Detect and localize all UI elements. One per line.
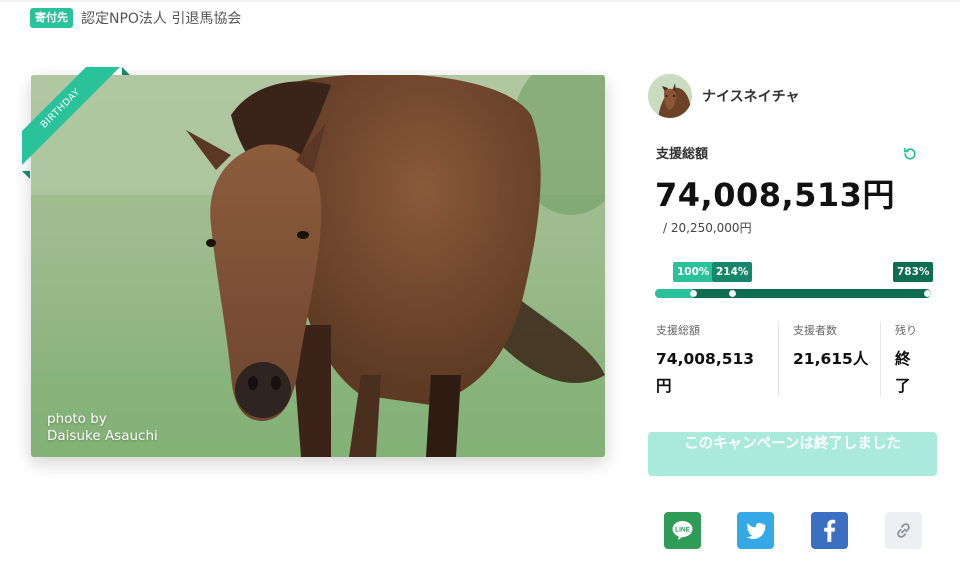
stat-supporters-value: 21,615人 bbox=[793, 350, 869, 368]
stat-remaining-value: 終了 bbox=[895, 350, 911, 395]
svg-text:LINE: LINE bbox=[675, 527, 690, 534]
goal-amount: / 20,250,000円 bbox=[663, 221, 752, 235]
recipient-badge: 寄付先 bbox=[30, 8, 73, 28]
ribbon-fold-left bbox=[22, 171, 30, 179]
ribbon-fold-top bbox=[122, 67, 130, 75]
recipient-info: 寄付先 認定NPO法人 引退馬協会 bbox=[30, 8, 241, 28]
stat-total-value: 74,008,513円 bbox=[656, 350, 755, 395]
total-support-label: 支援総額 bbox=[656, 147, 709, 162]
stat-supporters-label: 支援者数 bbox=[793, 324, 837, 337]
progress-marker-dot bbox=[923, 290, 931, 297]
progress-fill bbox=[655, 289, 693, 298]
avatar-image bbox=[648, 74, 692, 118]
stats-panel: 支援総額 74,008,513円 支援者数 21,615人 残り 終了 bbox=[656, 322, 936, 400]
stat-supporters: 支援者数 21,615人 bbox=[793, 322, 873, 398]
avatar[interactable] bbox=[648, 74, 692, 118]
refresh-icon[interactable] bbox=[902, 146, 918, 162]
recipient-name[interactable]: 認定NPO法人 引退馬協会 bbox=[81, 8, 241, 28]
horse-profile[interactable]: ナイスネイチャ bbox=[648, 74, 799, 118]
progress-marker-label: 214% bbox=[712, 262, 753, 282]
facebook-icon bbox=[811, 512, 848, 549]
campaign-ended-button[interactable]: このキャンペーンは終了しました bbox=[648, 432, 937, 476]
progress-marker-dot bbox=[728, 290, 736, 297]
progress-bar: 100% 214% 783% bbox=[655, 262, 934, 302]
stat-divider bbox=[778, 322, 779, 396]
line-share-button[interactable]: LINE bbox=[664, 512, 701, 549]
facebook-share-button[interactable] bbox=[811, 512, 848, 549]
photo-credit: photo by Daisuke Asauchi bbox=[47, 411, 158, 445]
header-divider bbox=[0, 0, 960, 2]
twitter-icon bbox=[737, 512, 774, 549]
stat-remaining-label: 残り bbox=[895, 324, 917, 337]
line-icon: LINE bbox=[664, 512, 701, 549]
total-support-amount: 74,008,513円 bbox=[655, 176, 895, 214]
stat-remaining: 残り 終了 bbox=[895, 322, 917, 398]
photo-credit-line1: photo by bbox=[47, 411, 107, 427]
stat-total: 支援総額 74,008,513円 bbox=[656, 322, 768, 398]
twitter-share-button[interactable] bbox=[737, 512, 774, 549]
horse-photo: photo by Daisuke Asauchi bbox=[31, 75, 605, 457]
horse-name[interactable]: ナイスネイチャ bbox=[702, 86, 799, 106]
photo-credit-line2: Daisuke Asauchi bbox=[47, 428, 158, 444]
stat-total-label: 支援総額 bbox=[656, 324, 700, 337]
link-icon bbox=[885, 512, 922, 549]
stat-divider bbox=[880, 322, 881, 396]
horse-photo-image bbox=[31, 75, 605, 457]
progress-marker-label: 783% bbox=[893, 262, 934, 282]
copy-link-button[interactable] bbox=[885, 512, 922, 549]
progress-marker-dot bbox=[689, 290, 697, 297]
progress-marker-label: 100% bbox=[673, 262, 714, 282]
